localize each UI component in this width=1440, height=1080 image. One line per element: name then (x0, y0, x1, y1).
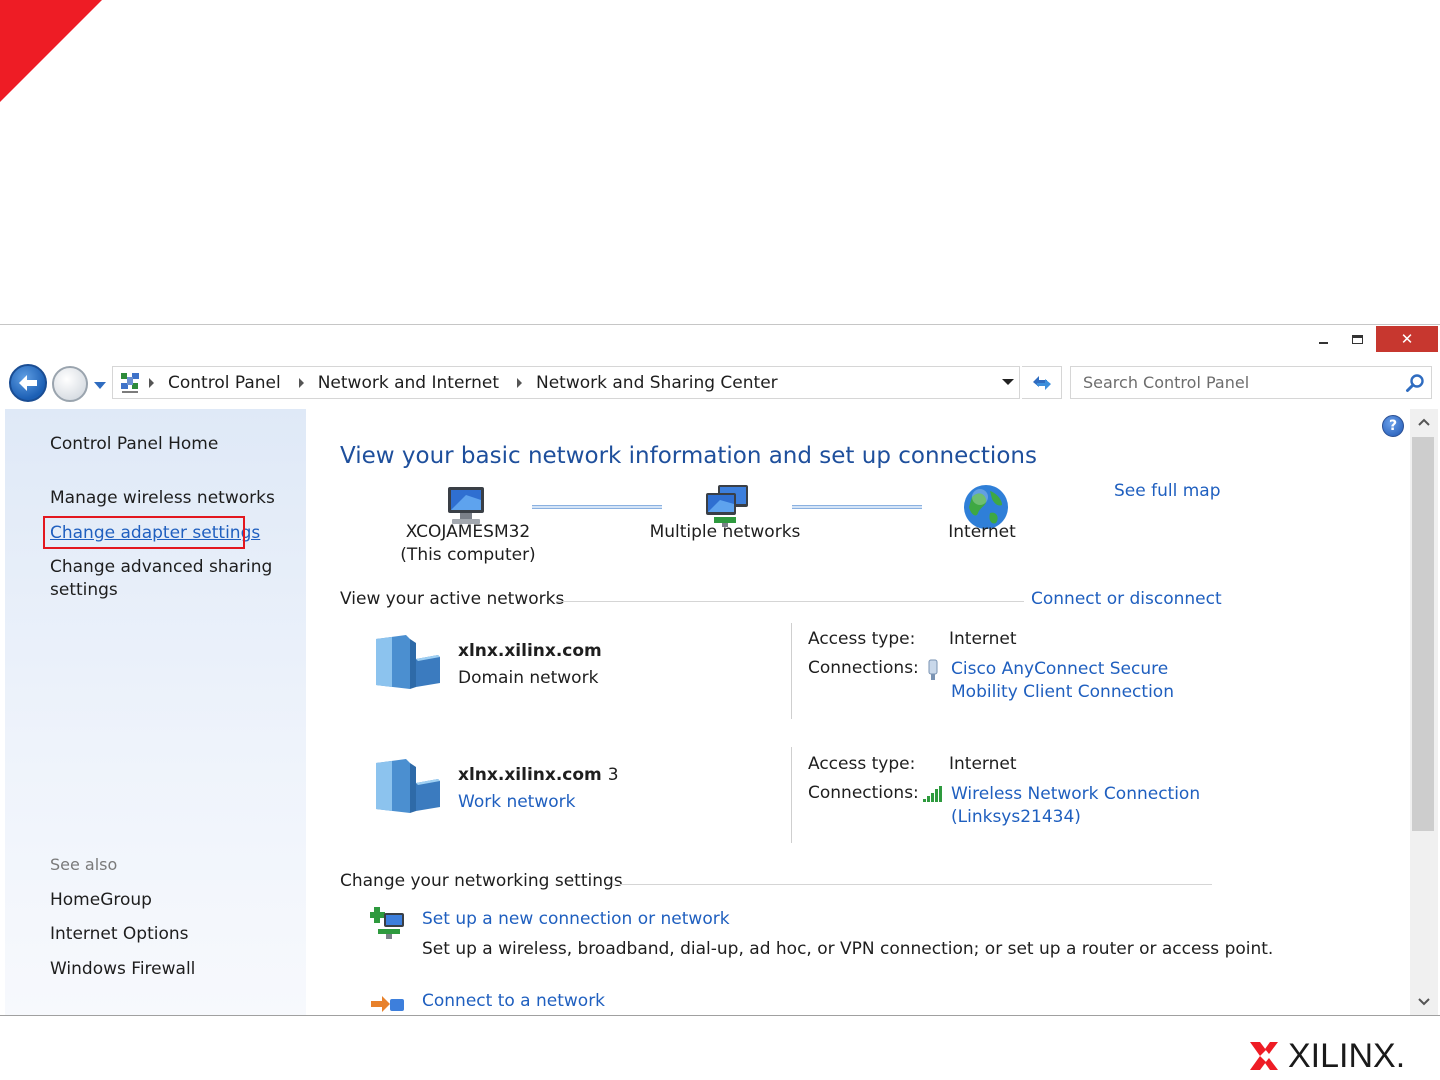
sidebar-item-change-advanced-sharing-settings[interactable]: Change advanced sharing settings (50, 556, 280, 602)
maximize-button[interactable] (1342, 326, 1372, 352)
see-full-map-link[interactable]: See full map (1114, 481, 1221, 501)
sidebar-item-windows-firewall[interactable]: Windows Firewall (50, 958, 195, 981)
control-panel-icon (121, 373, 139, 393)
minimize-icon (1318, 342, 1328, 344)
help-icon[interactable]: ? (1382, 415, 1404, 437)
network-name: xlnx.xilinx.com 3 (458, 765, 619, 785)
highlight-annotation (43, 516, 245, 549)
sidebar-item-control-panel-home[interactable]: Control Panel Home (50, 433, 218, 456)
network-number: 3 (607, 765, 619, 785)
work-network-icon (376, 759, 440, 813)
breadcrumb-network-and-internet[interactable]: Network and Internet (318, 373, 499, 393)
networking-settings-header: Change your networking settings (340, 871, 623, 891)
vertical-scrollbar[interactable] (1410, 409, 1438, 1015)
search-input[interactable] (1071, 367, 1391, 398)
vpn-connection-icon (928, 659, 938, 680)
network-name-text: xlnx.xilinx.com (458, 765, 602, 785)
new-connection-icon (370, 907, 404, 939)
computer-sub: (This computer) (400, 545, 536, 565)
breadcrumb: Control Panel Network and Internet Netwo… (149, 367, 778, 398)
map-connection-line (792, 505, 922, 509)
connections-label: Connections: (808, 658, 919, 678)
scroll-up-button[interactable] (1410, 409, 1438, 435)
brand-corner-triangle (0, 0, 102, 102)
access-type-label: Access type: (808, 629, 916, 649)
breadcrumb-network-and-sharing-center[interactable]: Network and Sharing Center (536, 373, 778, 393)
computer-name-label: XCOJAMESM32 (This computer) (400, 521, 536, 567)
multiple-networks-label: Multiple networks (649, 522, 801, 542)
minimize-button[interactable] (1308, 326, 1338, 352)
network-divider (791, 623, 792, 719)
refresh-button[interactable] (1022, 366, 1062, 399)
control-panel-window: ✕ Control Panel Network and Internet Net… (0, 324, 1440, 1016)
close-button[interactable]: ✕ (1376, 326, 1438, 352)
forward-button[interactable] (52, 366, 88, 402)
section-divider (612, 884, 1212, 885)
network-type: Domain network (458, 668, 599, 688)
xilinx-mark-icon (1250, 1042, 1278, 1070)
title-bar: ✕ (0, 325, 1440, 355)
chevron-down-icon (94, 382, 106, 389)
access-type-label: Access type: (808, 754, 916, 774)
see-also-header: See also (50, 855, 118, 874)
network-name: xlnx.xilinx.com (458, 641, 602, 661)
sidebar-item-manage-wireless-networks[interactable]: Manage wireless networks (50, 487, 275, 510)
back-button[interactable] (9, 364, 47, 402)
connect-network-icon (371, 996, 404, 1012)
refresh-icon (1032, 375, 1051, 390)
vpn-connection-link[interactable]: Cisco AnyConnect Secure Mobility Client … (951, 658, 1231, 704)
maximize-icon (1351, 334, 1363, 344)
navigation-row: Control Panel Network and Internet Netwo… (0, 357, 1440, 403)
breadcrumb-separator (298, 377, 304, 388)
active-networks-header: View your active networks (340, 589, 565, 609)
search-box (1070, 366, 1432, 399)
breadcrumb-control-panel[interactable]: Control Panel (168, 373, 281, 393)
connections-label: Connections: (808, 783, 919, 803)
chevron-down-icon (1418, 998, 1430, 1006)
map-connection-line (532, 505, 662, 509)
connect-or-disconnect-link[interactable]: Connect or disconnect (1031, 589, 1222, 609)
wireless-signal-icon (923, 786, 942, 802)
chevron-up-icon (1418, 418, 1430, 426)
address-dropdown-icon[interactable] (1002, 379, 1014, 385)
scroll-down-button[interactable] (1410, 989, 1438, 1015)
setup-new-connection-description: Set up a wireless, broadband, dial-up, a… (422, 939, 1274, 959)
address-bar[interactable]: Control Panel Network and Internet Netwo… (112, 366, 1020, 399)
main-content: View your basic network information and … (306, 409, 1408, 1015)
connect-to-network-link[interactable]: Connect to a network (422, 991, 605, 1011)
sidebar: Control Panel Home Manage wireless netwo… (5, 409, 306, 1015)
internet-label: Internet (948, 522, 1016, 542)
back-arrow-icon (19, 375, 37, 391)
computer-name: XCOJAMESM32 (405, 522, 531, 542)
wireless-connection-link[interactable]: Wireless Network Connection (Linksys2143… (951, 783, 1231, 829)
sidebar-item-homegroup[interactable]: HomeGroup (50, 889, 152, 912)
domain-network-icon (376, 635, 440, 689)
breadcrumb-separator (149, 377, 154, 388)
network-divider (791, 747, 792, 843)
search-icon[interactable] (1405, 373, 1425, 393)
sidebar-item-internet-options[interactable]: Internet Options (50, 923, 189, 946)
setup-new-connection-link[interactable]: Set up a new connection or network (422, 909, 730, 929)
xilinx-wordmark: XILINX. (1288, 1036, 1406, 1075)
network-type-link[interactable]: Work network (458, 792, 576, 812)
breadcrumb-separator (517, 377, 522, 388)
scrollbar-thumb[interactable] (1412, 437, 1434, 831)
access-type-value: Internet (949, 629, 1017, 649)
xilinx-logo: XILINX. (1248, 1036, 1406, 1075)
recent-pages-button[interactable] (92, 377, 108, 391)
network-name-text: xlnx.xilinx.com (458, 641, 602, 661)
section-divider (556, 601, 1024, 602)
access-type-value: Internet (949, 754, 1017, 774)
page-title: View your basic network information and … (340, 443, 1037, 469)
